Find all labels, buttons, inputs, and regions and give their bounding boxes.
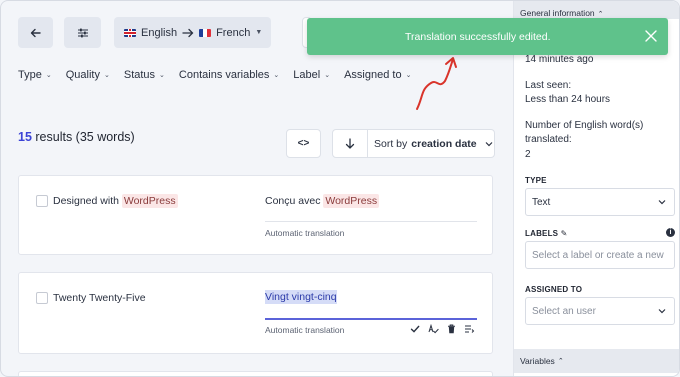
chevron-down-icon: ⌄ <box>324 72 331 79</box>
toast-message: Translation successfully edited. <box>405 31 551 43</box>
filter-quality[interactable]: Quality ⌄ <box>66 69 110 81</box>
code-brackets-icon: <> <box>297 138 310 149</box>
source-variable-highlight: WordPress <box>121 194 178 208</box>
sort-control: Sort by creation date <box>332 129 495 158</box>
general-information-header[interactable]: General information ⌃ <box>514 1 679 19</box>
language-pair-selector[interactable]: English French ▼ <box>114 17 271 48</box>
uk-flag-icon <box>124 28 136 37</box>
created-value: 14 minutes ago <box>525 54 594 65</box>
trash-icon[interactable] <box>447 324 456 334</box>
word-count-label: Number of English word(s) <box>525 120 644 131</box>
target-variable-highlight: WordPress <box>323 194 380 208</box>
details-sidebar: General information ⌃ 14 minutes ago Las… <box>513 1 679 376</box>
chevron-down-icon: ⌄ <box>45 72 52 79</box>
chevron-up-icon: ⌃ <box>597 11 604 18</box>
chevron-down-icon <box>485 141 493 146</box>
filter-label: Assigned to <box>344 69 402 81</box>
word-count-label-2: translated: <box>525 134 572 145</box>
sliders-icon <box>77 28 88 37</box>
chevron-down-icon: ⌄ <box>159 72 165 79</box>
results-count: 15 <box>18 130 32 144</box>
divider <box>265 221 477 222</box>
row-checkbox[interactable] <box>36 292 48 304</box>
filter-label-text: Label <box>293 69 321 81</box>
assigned-to-label: ASSIGNED TO <box>525 285 583 294</box>
chevron-down-icon <box>658 200 666 205</box>
sort-prefix: Sort by <box>374 137 408 150</box>
translation-status: Automatic translation <box>265 325 345 335</box>
arrow-down-icon <box>345 137 355 149</box>
arrow-left-icon <box>30 28 41 37</box>
type-label: TYPE <box>525 176 547 185</box>
back-button[interactable] <box>18 17 53 48</box>
labels-placeholder: Select a label or create a new <box>532 249 664 261</box>
chevron-down-icon: ⌄ <box>273 72 280 79</box>
pencil-icon[interactable]: ✎ <box>561 229 568 238</box>
results-summary: 15 results (35 words) <box>18 130 135 144</box>
spellcheck-icon[interactable] <box>428 324 439 334</box>
filter-label[interactable]: Label ⌄ <box>293 69 330 81</box>
translation-row[interactable]: Designed with WordPress Conçu avec WordP… <box>18 175 493 255</box>
variables-header[interactable]: Variables ⌃ <box>514 349 679 373</box>
target-text[interactable]: Conçu avec WordPress <box>265 194 380 208</box>
app-frame: English French ▼ Type ⌄ Quality ⌄ Status ⌄ … <box>0 0 680 377</box>
word-count-value: 2 <box>525 149 531 160</box>
translation-row[interactable] <box>18 371 493 376</box>
last-seen-value: Less than 24 hours <box>525 94 611 105</box>
filter-status[interactable]: Status ⌄ <box>124 69 165 81</box>
filter-label: Quality <box>65 69 100 81</box>
editor-underline <box>265 318 477 320</box>
filter-assigned-to[interactable]: Assigned to ⌄ <box>344 69 411 81</box>
labels-label-text: LABELS <box>525 229 559 238</box>
source-language: English <box>141 26 178 39</box>
list-icon[interactable] <box>464 324 475 334</box>
labels-input[interactable]: Select a label or create a new <box>525 241 675 269</box>
filter-settings-button[interactable] <box>64 17 101 48</box>
chevron-down-icon <box>658 309 666 314</box>
translation-row[interactable]: Twenty Twenty-Five Vingt vingt-cinq Auto… <box>18 272 493 354</box>
selected-target-text: Vingt vingt-cinq <box>265 290 337 304</box>
section-title: Variables <box>520 356 555 366</box>
filter-type[interactable]: Type ⌄ <box>18 69 52 81</box>
info-icon[interactable]: i <box>666 228 675 237</box>
chevron-up-icon: ⌃ <box>557 358 564 365</box>
toggle-code-view-button[interactable]: <> <box>286 129 321 158</box>
filter-label: Type <box>18 69 42 81</box>
filter-bar: Type ⌄ Quality ⌄ Status ⌄ Contains variable… <box>18 69 411 81</box>
filter-label: Status <box>123 69 156 81</box>
check-icon[interactable] <box>410 324 420 334</box>
row-actions <box>410 324 475 334</box>
last-seen-label: Last seen: <box>525 80 572 91</box>
sort-direction-button[interactable] <box>333 130 368 157</box>
success-toast: Translation successfully edited. <box>307 18 668 55</box>
chevron-down-icon: ▼ <box>255 29 263 36</box>
type-value: Text <box>532 196 551 208</box>
labels-label: LABELS ✎ <box>525 229 568 238</box>
sort-by-select[interactable]: Sort by creation date <box>368 130 494 157</box>
results-text: results (35 words) <box>31 130 135 144</box>
source-text: Designed with WordPress <box>53 194 178 208</box>
target-language: French <box>216 26 251 39</box>
filter-contains-variables[interactable]: Contains variables ⌄ <box>179 69 279 81</box>
assigned-to-placeholder: Select an user <box>532 305 596 317</box>
chevron-down-icon: ⌄ <box>103 72 110 79</box>
type-select[interactable]: Text <box>525 188 675 216</box>
row-checkbox[interactable] <box>36 195 48 207</box>
sort-value: creation date <box>411 137 477 150</box>
filter-label: Contains variables <box>178 69 270 81</box>
translation-status: Automatic translation <box>265 228 345 238</box>
source-text-plain: Designed with <box>53 195 119 207</box>
assigned-to-select[interactable]: Select an user <box>525 297 675 325</box>
arrow-right-icon <box>182 28 194 37</box>
section-title: General information <box>520 8 595 18</box>
source-text: Twenty Twenty-Five <box>53 292 146 304</box>
target-text-plain: Conçu avec <box>265 195 321 207</box>
annotation-arrow-icon <box>416 57 457 110</box>
target-text-editor[interactable]: Vingt vingt-cinq <box>265 290 337 304</box>
france-flag-icon <box>199 28 212 37</box>
close-icon[interactable] <box>644 29 658 43</box>
